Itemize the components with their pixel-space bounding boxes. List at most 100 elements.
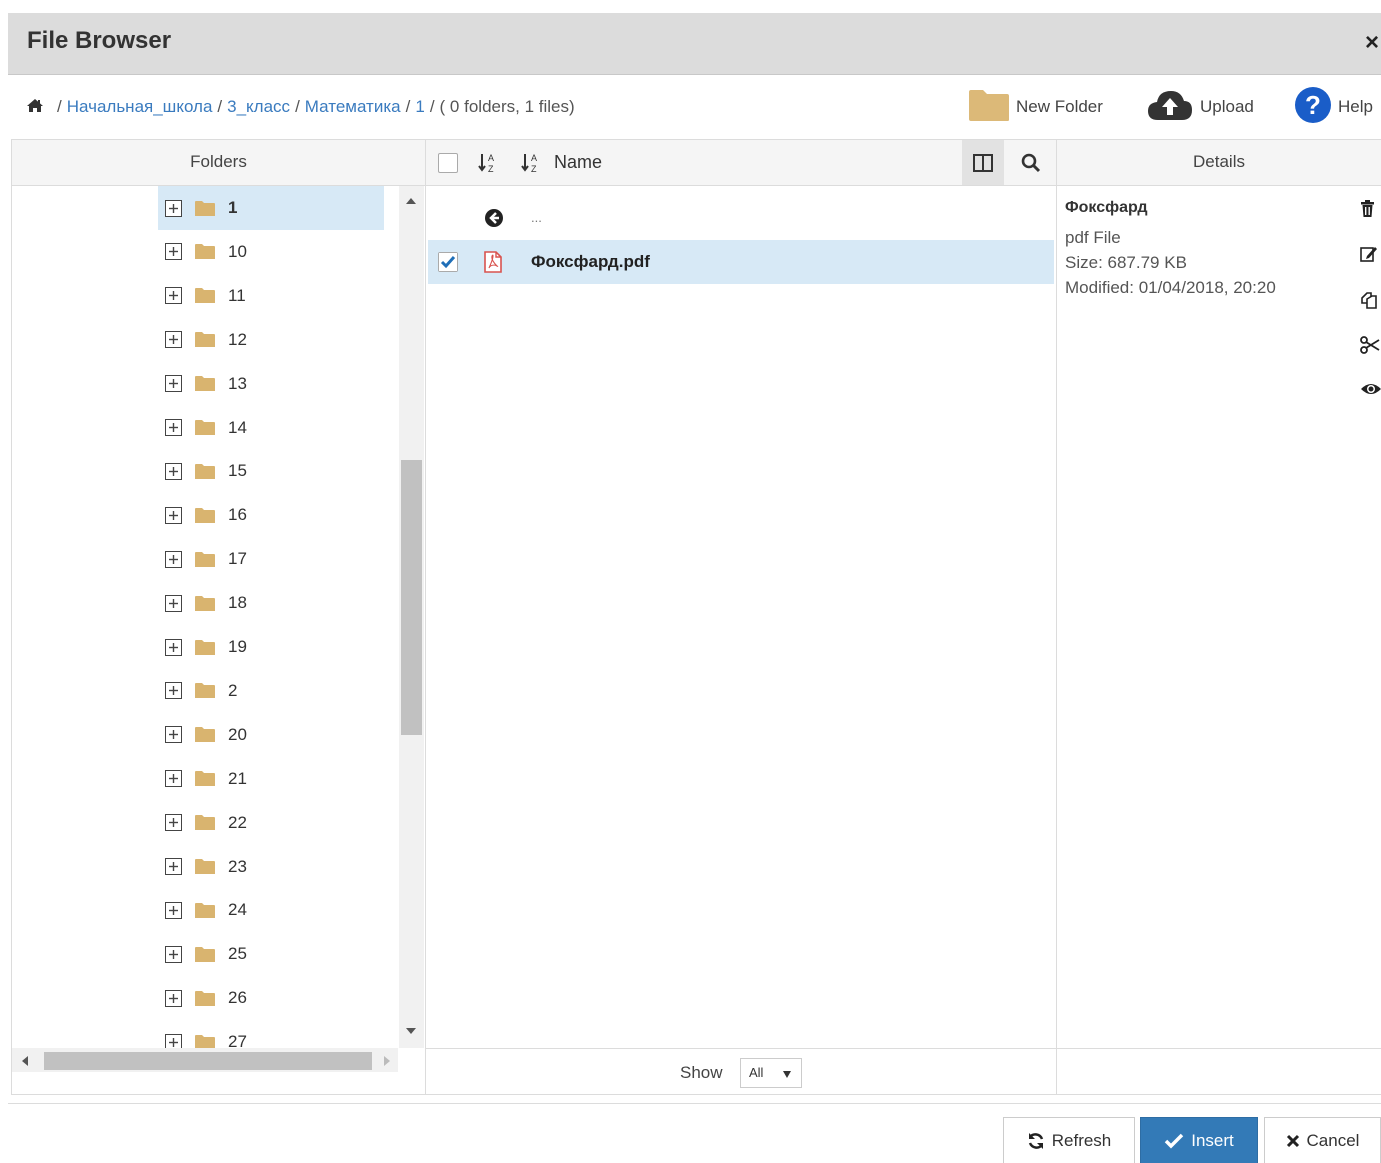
folder-tree-item[interactable]: 22 bbox=[158, 801, 384, 845]
folder-tree-item[interactable]: 17 bbox=[158, 537, 384, 581]
sort-name-icon[interactable]: AZ bbox=[521, 152, 543, 177]
folder-tree-item[interactable]: 10 bbox=[158, 230, 384, 274]
show-select-value: All bbox=[749, 1065, 764, 1080]
folder-tree-item[interactable]: 26 bbox=[158, 976, 384, 1020]
sort-type-icon[interactable]: AZ bbox=[478, 152, 500, 177]
details-file-type: pdf File bbox=[1065, 228, 1121, 247]
expand-icon[interactable] bbox=[165, 770, 182, 788]
folder-tree-item[interactable]: 15 bbox=[158, 449, 384, 493]
refresh-button[interactable]: Refresh bbox=[1003, 1117, 1135, 1163]
folder-label: 15 bbox=[228, 461, 247, 481]
folder-vertical-scrollbar[interactable] bbox=[399, 186, 424, 1048]
expand-icon[interactable] bbox=[165, 726, 182, 744]
folder-label: 12 bbox=[228, 329, 247, 349]
expand-icon[interactable] bbox=[165, 419, 182, 436]
scroll-thumb[interactable] bbox=[401, 460, 422, 735]
scissors-icon[interactable] bbox=[1360, 336, 1381, 358]
x-icon bbox=[1286, 1134, 1299, 1147]
file-checkbox[interactable] bbox=[438, 252, 458, 272]
folder-icon bbox=[194, 507, 216, 524]
expand-icon[interactable] bbox=[165, 331, 182, 349]
folder-icon bbox=[194, 243, 216, 260]
folder-tree-item[interactable]: 25 bbox=[158, 932, 384, 976]
back-arrow-icon bbox=[484, 208, 504, 231]
folder-label: 19 bbox=[228, 637, 247, 656]
home-icon[interactable] bbox=[26, 98, 44, 112]
scroll-up-arrow-icon[interactable] bbox=[406, 198, 416, 204]
expand-icon[interactable] bbox=[165, 989, 182, 1007]
folder-label: 17 bbox=[228, 549, 247, 569]
folder-icon bbox=[194, 814, 216, 831]
folder-tree-item[interactable]: 18 bbox=[158, 581, 384, 625]
scroll-thumb[interactable] bbox=[44, 1052, 372, 1070]
expand-icon[interactable] bbox=[165, 199, 182, 217]
expand-icon[interactable] bbox=[165, 638, 182, 656]
folder-tree-item[interactable]: 1 bbox=[158, 186, 384, 230]
expand-icon[interactable] bbox=[165, 506, 182, 524]
close-button[interactable]: × bbox=[1365, 29, 1379, 57]
breadcrumb-link[interactable]: 3_класс bbox=[227, 97, 290, 116]
folder-tree: 1 10 11 12 13 14 15 16 17 18 19 2 20 21 22 23 24 25 26 27 bbox=[12, 186, 398, 1048]
folder-tree-item[interactable]: 19 bbox=[158, 625, 384, 669]
expand-icon[interactable] bbox=[165, 375, 182, 393]
file-browser-dialog: File Browser × / Начальная_школа/3_класс /… bbox=[8, 13, 1381, 1163]
cancel-button[interactable]: Cancel bbox=[1264, 1117, 1381, 1163]
name-column-header[interactable]: Name bbox=[554, 152, 602, 173]
folder-tree-item[interactable]: 11 bbox=[158, 274, 384, 318]
upload-button[interactable]: Upload bbox=[1146, 87, 1254, 127]
scroll-left-arrow-icon[interactable] bbox=[22, 1056, 28, 1066]
svg-text:A: A bbox=[488, 153, 494, 163]
folder-tree-item[interactable]: 2 bbox=[158, 669, 384, 713]
expand-icon[interactable] bbox=[165, 594, 182, 612]
folder-icon bbox=[194, 551, 216, 568]
chevron-down-icon bbox=[783, 1071, 791, 1078]
folder-tree-item[interactable]: 27 bbox=[158, 1020, 384, 1048]
folder-tree-item[interactable]: 16 bbox=[158, 493, 384, 537]
help-button[interactable]: ? Help bbox=[1294, 86, 1373, 127]
folder-tree-item[interactable]: 14 bbox=[158, 406, 384, 450]
folder-tree-item[interactable]: 13 bbox=[158, 362, 384, 406]
columns-view-button[interactable] bbox=[962, 140, 1004, 185]
folder-tree-item[interactable]: 23 bbox=[158, 845, 384, 889]
svg-text:A: A bbox=[531, 153, 537, 163]
expand-icon[interactable] bbox=[165, 550, 182, 568]
new-folder-button[interactable]: New Folder bbox=[968, 87, 1103, 127]
rename-icon[interactable] bbox=[1360, 245, 1381, 267]
expand-icon[interactable] bbox=[165, 462, 182, 480]
folder-label: 1 bbox=[228, 198, 238, 217]
expand-icon[interactable] bbox=[165, 1033, 182, 1048]
copy-icon[interactable] bbox=[1360, 290, 1381, 312]
folder-icon bbox=[194, 419, 216, 436]
parent-folder-row[interactable]: ... bbox=[428, 196, 1054, 240]
folder-tree-item[interactable]: 24 bbox=[158, 888, 384, 932]
expand-icon[interactable] bbox=[165, 858, 182, 875]
breadcrumb-link[interactable]: Начальная_школа bbox=[67, 97, 213, 116]
expand-icon[interactable] bbox=[165, 287, 182, 305]
folder-label: 11 bbox=[228, 285, 246, 305]
select-all-checkbox[interactable] bbox=[438, 153, 458, 173]
breadcrumb-link[interactable]: 1 bbox=[415, 97, 424, 116]
expand-icon[interactable] bbox=[165, 901, 182, 919]
folder-horizontal-scrollbar[interactable] bbox=[12, 1048, 398, 1072]
parent-folder-label: ... bbox=[531, 210, 542, 225]
folder-icon bbox=[194, 770, 216, 787]
eye-icon[interactable] bbox=[1360, 381, 1381, 403]
scroll-right-arrow-icon[interactable] bbox=[384, 1056, 390, 1066]
expand-icon[interactable] bbox=[165, 243, 182, 261]
folder-icon bbox=[194, 463, 216, 480]
scroll-down-arrow-icon[interactable] bbox=[406, 1028, 416, 1034]
file-row[interactable]: Фоксфард.pdf bbox=[428, 240, 1054, 284]
files-footer: Show All bbox=[426, 1048, 1057, 1094]
folder-tree-item[interactable]: 12 bbox=[158, 318, 384, 362]
folder-tree-item[interactable]: 21 bbox=[158, 757, 384, 801]
expand-icon[interactable] bbox=[165, 682, 182, 700]
delete-icon[interactable] bbox=[1360, 200, 1381, 222]
show-select[interactable]: All bbox=[740, 1058, 802, 1088]
expand-icon[interactable] bbox=[165, 945, 182, 963]
folder-label: 21 bbox=[228, 768, 247, 788]
breadcrumb-link[interactable]: Математика bbox=[305, 97, 401, 116]
insert-button[interactable]: Insert bbox=[1140, 1117, 1258, 1163]
expand-icon[interactable] bbox=[165, 814, 182, 832]
folder-tree-item[interactable]: 20 bbox=[158, 713, 384, 757]
search-button[interactable] bbox=[1010, 140, 1052, 185]
